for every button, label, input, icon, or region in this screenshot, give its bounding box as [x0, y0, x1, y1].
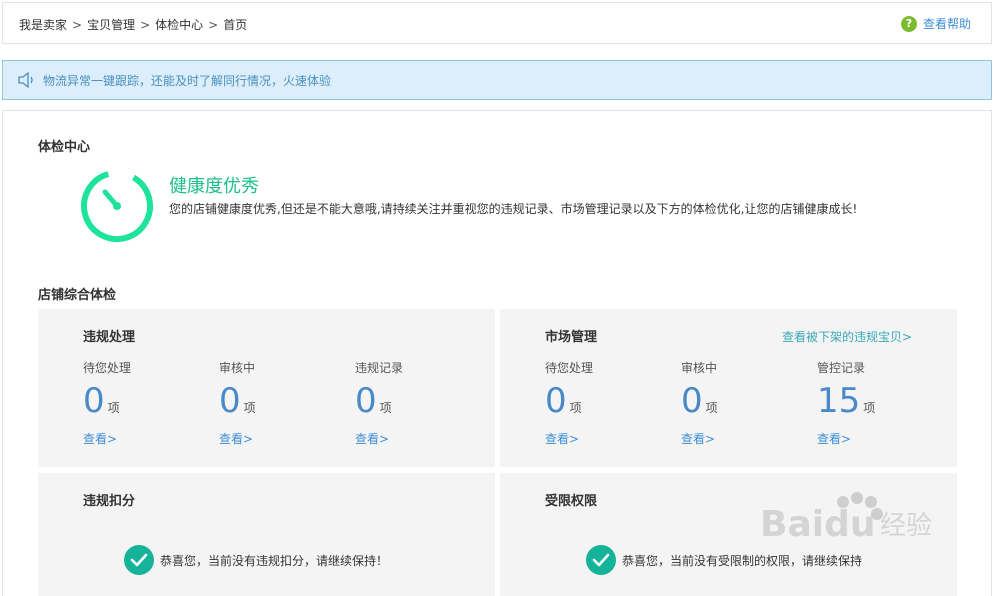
view-link[interactable]: 查看>: [83, 430, 203, 447]
deduction-message: 恭喜您，当前没有违规扣分，请继续保持！: [160, 553, 389, 568]
stat-unit: 项: [705, 401, 718, 415]
help-link[interactable]: ? 查看帮助: [900, 15, 971, 32]
breadcrumb-item-items[interactable]: 宝贝管理: [87, 18, 135, 32]
breadcrumb-separator: >: [72, 18, 83, 32]
violation-panel: 违规处理 待您处理 0项 查看> 审核中 0项 查看> 违规记录 0项 查看>: [38, 309, 495, 467]
violation-record-stat: 违规记录 0项 查看>: [355, 359, 475, 447]
stat-label: 管控记录: [817, 361, 866, 375]
stat-label: 待您处理: [545, 361, 594, 375]
stat-value-row: 0项: [545, 382, 665, 427]
stat-value: 0: [681, 381, 703, 421]
help-label: 查看帮助: [922, 17, 971, 31]
restriction-title: 受限权限: [545, 494, 598, 509]
stat-value-row: 15 项: [817, 382, 937, 427]
watermark-brand: Baidu: [760, 504, 875, 545]
watermark-text: 经验: [880, 511, 932, 541]
baidu-watermark: Baidu 经验: [760, 492, 932, 545]
stat-value: 15: [817, 381, 861, 421]
stopwatch-icon: [81, 170, 153, 242]
stat-label: 审核中: [681, 361, 718, 375]
stat-value-row: 0项: [83, 382, 203, 427]
stat-value: 0: [83, 381, 105, 421]
violation-review-stat: 审核中 0项 查看>: [219, 359, 339, 447]
market-panel: 市场管理 查看被下架的违规宝贝> 待您处理 0项 查看> 审核中 0项 查看> …: [500, 309, 957, 467]
violation-title: 违规处理: [83, 330, 136, 345]
market-pending-stat: 待您处理 0项 查看>: [545, 359, 665, 447]
stat-label: 审核中: [219, 361, 256, 375]
view-link[interactable]: 查看>: [545, 430, 665, 447]
stat-value-row: 0项: [219, 382, 339, 427]
view-link[interactable]: 查看>: [355, 430, 475, 447]
breadcrumb-separator: >: [140, 18, 151, 32]
view-link[interactable]: 查看>: [681, 430, 801, 447]
view-link[interactable]: 查看>: [219, 430, 339, 447]
breadcrumb-item-seller[interactable]: 我是卖家: [19, 18, 67, 32]
speaker-icon: [18, 71, 33, 89]
stat-unit: 项: [107, 401, 120, 415]
health-status-title: 健康度优秀: [169, 176, 259, 197]
checkup-title: 体检中心: [38, 140, 91, 155]
market-review-stat: 审核中 0项 查看>: [681, 359, 801, 447]
breadcrumb-item-home: 首页: [223, 18, 248, 32]
deduction-title: 违规扣分: [83, 494, 136, 509]
health-description: 您的店铺健康度优秀,但还是不能大意哦,请持续关注并重视您的违规记录、市场管理记录…: [169, 202, 858, 216]
market-title: 市场管理: [545, 330, 598, 345]
stat-value-row: 0项: [355, 382, 475, 427]
question-icon: ?: [900, 15, 917, 32]
breadcrumb-bar: 我是卖家 > 宝贝管理 > 体检中心 > 首页 ? 查看帮助: [2, 2, 992, 44]
notice-text: 物流异常一键跟踪，还能及时了解同行情况，火速体验: [43, 73, 332, 88]
delisted-items-link[interactable]: 查看被下架的违规宝贝>: [782, 328, 912, 345]
stat-unit: 项: [863, 401, 876, 415]
breadcrumb: 我是卖家 > 宝贝管理 > 体检中心 > 首页: [19, 16, 247, 33]
stat-unit: 项: [569, 401, 582, 415]
stat-unit: 项: [243, 401, 256, 415]
deduction-status: 恭喜您，当前没有违规扣分，请继续保持！: [124, 545, 388, 575]
stat-value: 0: [219, 381, 241, 421]
breadcrumb-item-checkup[interactable]: 体检中心: [155, 18, 203, 32]
stat-value: 0: [545, 381, 567, 421]
stat-label: 违规记录: [355, 361, 404, 375]
notice-bar[interactable]: 物流异常一键跟踪，还能及时了解同行情况，火速体验: [2, 60, 992, 100]
stat-value: 0: [355, 381, 377, 421]
breadcrumb-separator: >: [208, 18, 219, 32]
check-icon: [124, 545, 154, 575]
overview-title: 店铺综合体检: [38, 288, 117, 303]
market-control-stat: 管控记录 15 项 查看>: [817, 359, 937, 447]
stat-unit: 项: [379, 401, 392, 415]
violation-pending-stat: 待您处理 0项 查看>: [83, 359, 203, 447]
stat-value-row: 0项: [681, 382, 801, 427]
view-link[interactable]: 查看>: [817, 430, 937, 447]
deduction-panel: 违规扣分 恭喜您，当前没有违规扣分，请继续保持！: [38, 473, 495, 596]
stat-label: 待您处理: [83, 361, 132, 375]
check-icon: [586, 545, 616, 575]
